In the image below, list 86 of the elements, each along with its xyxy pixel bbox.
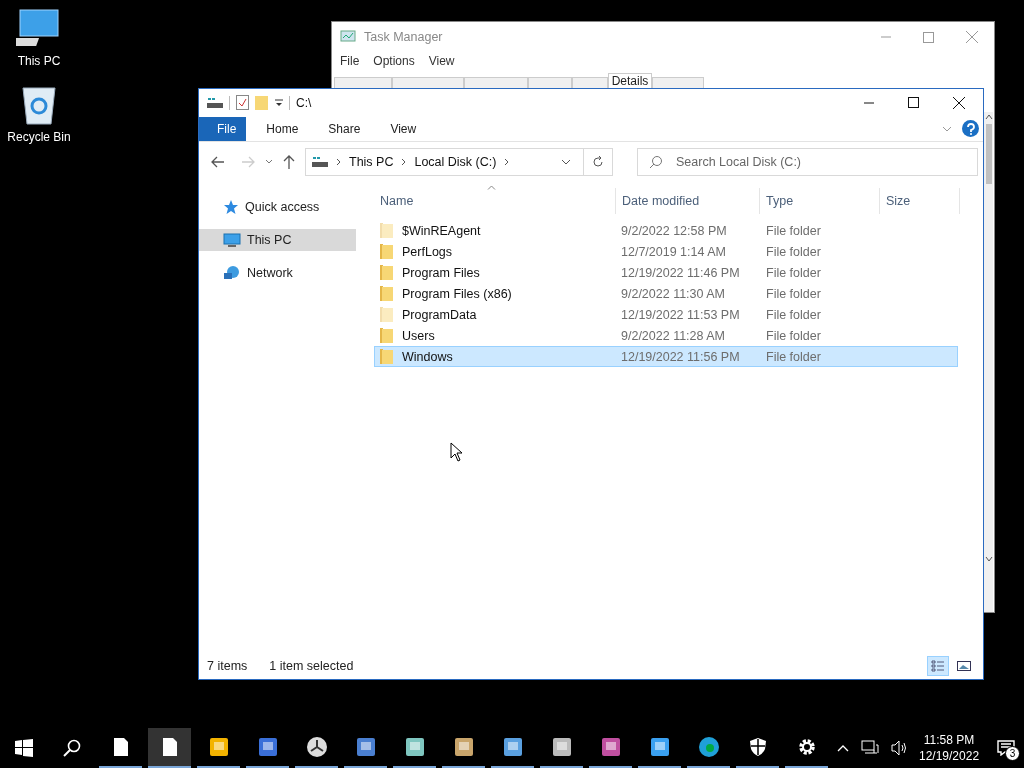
date-modified: 9/2/2022 12:58 PM <box>620 223 728 238</box>
desktop-icon-label[interactable]: Recycle Bin <box>7 130 71 144</box>
cursor-icon <box>450 442 464 462</box>
item-count: 7 items <box>207 659 248 673</box>
file-name: Windows <box>402 349 453 364</box>
maximize-icon[interactable] <box>908 97 919 108</box>
file-type: File folder <box>765 244 821 259</box>
chevron-icon[interactable] <box>942 125 952 132</box>
window-title: C:\ <box>296 95 312 110</box>
dropdown-icon[interactable] <box>561 159 571 165</box>
network-icon[interactable] <box>861 740 879 756</box>
search-field[interactable]: Search Local Disk (C:) <box>637 148 978 176</box>
up-icon[interactable] <box>283 155 295 169</box>
volume-icon[interactable] <box>891 740 909 756</box>
window-title: Task Manager <box>364 30 443 44</box>
network-icon <box>223 265 241 281</box>
file-row[interactable]: Windows 12/19/2022 11:56 PM File folder <box>374 346 958 367</box>
file-tab[interactable]: File <box>199 116 247 141</box>
file-type: File folder <box>765 286 821 301</box>
computer-icon <box>223 232 241 248</box>
refresh-icon[interactable] <box>592 156 604 168</box>
scroll-down-icon[interactable] <box>984 556 993 562</box>
date-modified: 12/7/2019 1:14 AM <box>620 244 727 259</box>
scrollbar[interactable] <box>984 112 993 612</box>
nav-item[interactable]: Network <box>199 262 356 284</box>
file-icon[interactable] <box>148 728 191 768</box>
file-type: File folder <box>765 223 821 238</box>
drive-icon[interactable] <box>207 96 223 109</box>
file-type: File folder <box>765 265 821 280</box>
date-modified: 9/2/2022 11:30 AM <box>620 286 727 301</box>
file-name: Program Files (x86) <box>402 286 512 301</box>
desktop-icon-label[interactable]: This PC <box>17 54 61 68</box>
column-header[interactable]: Name <box>374 188 616 214</box>
dropdown-icon[interactable] <box>275 98 283 107</box>
date-modified: 12/19/2022 11:53 PM <box>620 307 741 322</box>
clock-time[interactable]: 11:58 PM <box>923 732 975 748</box>
ribbon-tab[interactable]: View <box>376 116 431 141</box>
menu-item[interactable]: Options <box>373 54 415 68</box>
file-row[interactable]: Program Files 12/19/2022 11:46 PM File folder <box>374 262 958 283</box>
clock-date[interactable]: 12/19/2022 <box>919 748 980 764</box>
file-name: $WinREAgent <box>402 223 481 238</box>
file-type: File folder <box>765 307 821 322</box>
file-name: PerfLogs <box>402 244 453 259</box>
file-name: ProgramData <box>402 307 477 322</box>
address-bar[interactable]: This PC Local Disk (C:) <box>305 148 613 176</box>
breadcrumb-item[interactable]: This PC <box>349 155 394 169</box>
tab[interactable]: Details <box>608 73 652 88</box>
notification-badge: 3 <box>1005 746 1020 761</box>
selection-count: 1 item selected <box>269 659 354 673</box>
file-type: File folder <box>765 328 821 343</box>
chevron-right-icon[interactable] <box>336 158 341 166</box>
notifications-icon[interactable] <box>996 740 1015 756</box>
nav-item[interactable]: This PC <box>199 229 356 251</box>
menu-item[interactable]: File <box>340 54 360 68</box>
back-icon[interactable] <box>211 156 225 168</box>
ribbon-tab[interactable]: Home <box>252 116 313 141</box>
recent-locations-icon[interactable] <box>265 159 273 165</box>
date-modified: 12/19/2022 11:46 PM <box>620 265 741 280</box>
file-row[interactable]: ProgramData 12/19/2022 11:53 PM File folder <box>374 304 958 325</box>
menu-item[interactable]: View <box>428 54 455 68</box>
column-header[interactable]: Date modified <box>616 188 760 214</box>
breadcrumb-item[interactable]: Local Disk (C:) <box>414 155 497 169</box>
file-type: File folder <box>765 349 821 364</box>
help-icon[interactable] <box>962 120 979 137</box>
close-icon[interactable] <box>953 96 965 109</box>
ribbon-tab[interactable]: Share <box>314 116 375 141</box>
column-header[interactable]: Size <box>880 188 960 214</box>
chevron-right-icon[interactable] <box>504 158 510 166</box>
star-icon <box>223 199 239 215</box>
chevron-up-icon[interactable] <box>837 744 849 752</box>
column-header[interactable]: Type <box>760 188 880 214</box>
file-row[interactable]: $WinREAgent 9/2/2022 12:58 PM File folder <box>374 220 958 241</box>
file-row[interactable]: Users 9/2/2022 11:28 AM File folder <box>374 325 958 346</box>
nav-item[interactable]: Quick access <box>199 196 356 218</box>
drive-icon <box>312 156 328 168</box>
properties-icon[interactable] <box>236 95 249 110</box>
date-modified: 9/2/2022 11:28 AM <box>620 328 727 343</box>
file-name: Users <box>402 328 435 343</box>
file-row[interactable]: Program Files (x86) 9/2/2022 11:30 AM File folder <box>374 283 958 304</box>
search-icon <box>649 155 663 169</box>
scroll-up-icon[interactable] <box>984 114 993 120</box>
file-row[interactable]: PerfLogs 12/7/2019 1:14 AM File folder <box>374 241 958 262</box>
file-name: Program Files <box>402 265 480 280</box>
details-view-icon[interactable] <box>927 656 949 676</box>
chevron-right-icon[interactable] <box>401 158 407 166</box>
date-modified: 12/19/2022 11:56 PM <box>620 349 741 364</box>
